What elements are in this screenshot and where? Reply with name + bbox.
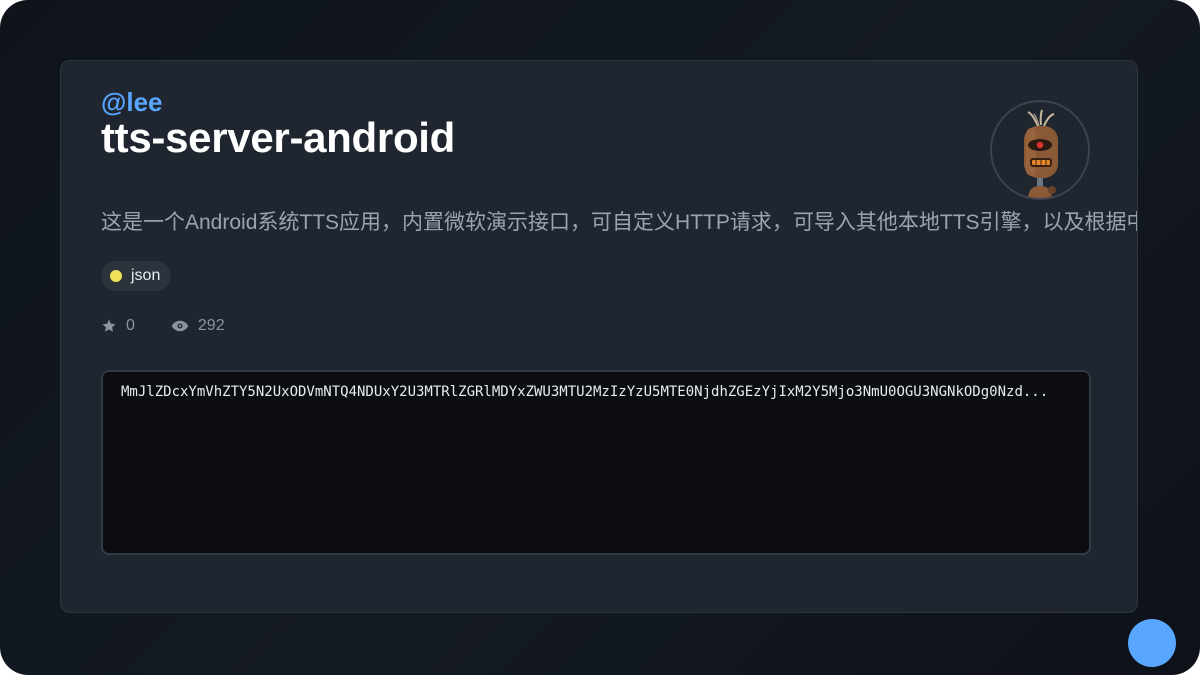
views-stat: 292	[171, 317, 225, 335]
code-preview-text: MmJlZDcxYmVhZTY5N2UxODVmNTQ4NDUxY2U3MTRl…	[121, 384, 1049, 400]
views-count: 292	[197, 317, 225, 334]
repo-card: @lee tts-server-android 这是一个Android系统TTS…	[60, 60, 1138, 613]
language-label: json	[131, 267, 161, 284]
repo-description: 这是一个Android系统TTS应用，内置微软演示接口，可自定义HTTP请求，可…	[101, 211, 1137, 234]
stars-stat[interactable]: 0	[101, 317, 135, 335]
language-color-dot	[110, 270, 122, 282]
floating-action-button[interactable]	[1128, 619, 1176, 667]
robot-avatar-icon	[1024, 109, 1058, 198]
eye-icon	[171, 320, 189, 332]
code-preview[interactable]: MmJlZDcxYmVhZTY5N2UxODVmNTQ4NDUxY2U3MTRl…	[101, 370, 1091, 555]
owner-avatar[interactable]	[990, 100, 1090, 200]
repo-stats: 0 292	[101, 317, 261, 335]
stars-count: 0	[126, 317, 135, 334]
star-icon	[102, 319, 116, 332]
repo-title[interactable]: tts-server-android	[101, 113, 455, 163]
language-badge: json	[101, 261, 172, 291]
page-frame: @lee tts-server-android 这是一个Android系统TTS…	[0, 0, 1200, 675]
